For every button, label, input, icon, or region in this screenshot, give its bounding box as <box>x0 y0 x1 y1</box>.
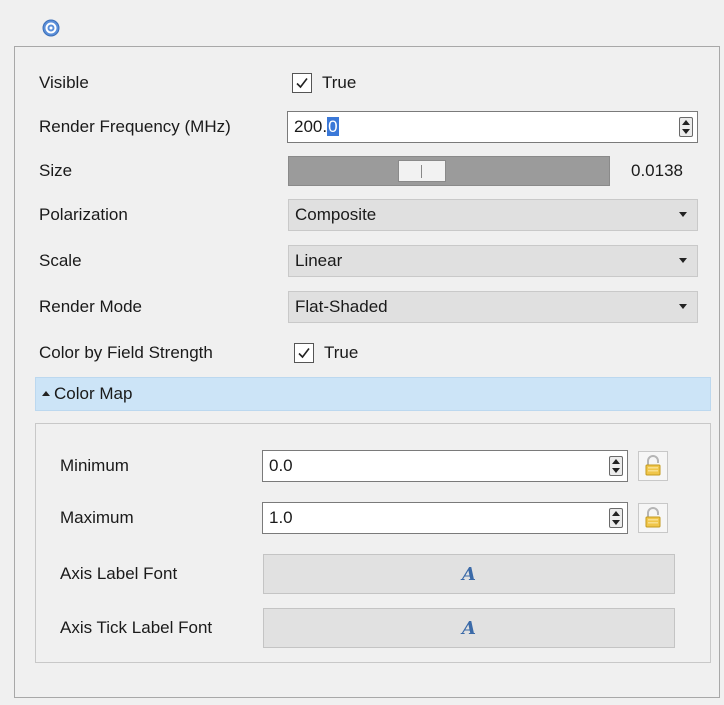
check-icon <box>296 78 308 89</box>
axis-label-font-button[interactable]: A <box>263 554 675 594</box>
size-row: Size 0.0138 <box>15 153 719 189</box>
size-slider-handle[interactable] <box>398 160 446 182</box>
render-frequency-row: Render Frequency (MHz) 200.0 <box>15 109 719 145</box>
maximum-input[interactable]: 1.0 <box>262 502 628 534</box>
lock-icon <box>645 455 661 476</box>
render-frequency-value-prefix: 200. <box>294 117 328 136</box>
visible-checkbox[interactable] <box>292 73 312 93</box>
minimum-lock-button[interactable] <box>638 451 668 481</box>
spin-arrows-icon <box>682 120 690 134</box>
polarization-label: Polarization <box>39 205 128 224</box>
axis-label-font-row: Axis Label Font A <box>36 552 710 596</box>
scale-row: Scale Linear <box>15 243 719 279</box>
color-map-group: Minimum 0.0 Maximum 1.0 Axis Label Font … <box>35 423 711 663</box>
maximum-lock-button[interactable] <box>638 503 668 533</box>
visible-value: True <box>322 73 357 92</box>
font-icon: A <box>462 563 476 585</box>
minimum-label: Minimum <box>60 456 129 475</box>
chevron-up-icon <box>42 391 50 396</box>
maximum-row: Maximum 1.0 <box>36 500 710 536</box>
lock-icon <box>645 507 661 528</box>
color-map-section-header[interactable]: Color Map <box>35 377 711 411</box>
scale-select[interactable]: Linear <box>288 245 698 277</box>
color-map-title: Color Map <box>54 384 133 403</box>
render-frequency-spin-buttons[interactable] <box>679 117 693 137</box>
axis-label-font-label: Axis Label Font <box>60 564 178 583</box>
render-frequency-value: 200.0 <box>294 112 339 142</box>
maximum-spin-buttons[interactable] <box>609 508 623 528</box>
spin-arrows-icon <box>612 511 620 525</box>
check-icon <box>298 348 310 359</box>
render-frequency-value-selection: 0 <box>327 117 339 136</box>
size-slider[interactable] <box>288 156 610 186</box>
color-by-field-strength-value: True <box>324 343 359 362</box>
visible-checkbox-wrap[interactable]: True <box>292 71 356 95</box>
chevron-down-icon <box>679 212 687 217</box>
render-frequency-label: Render Frequency (MHz) <box>39 117 231 136</box>
minimum-spin-buttons[interactable] <box>609 456 623 476</box>
properties-panel: Visible True Render Frequency (MHz) 200.… <box>14 46 720 698</box>
polarization-select[interactable]: Composite <box>288 199 698 231</box>
color-by-field-strength-checkbox[interactable] <box>294 343 314 363</box>
scale-value: Linear <box>295 251 343 270</box>
maximum-label: Maximum <box>60 508 134 527</box>
polarization-row: Polarization Composite <box>15 197 719 233</box>
minimum-input[interactable]: 0.0 <box>262 450 628 482</box>
render-mode-row: Render Mode Flat-Shaded <box>15 289 719 325</box>
spin-arrows-icon <box>612 459 620 473</box>
chevron-down-icon <box>679 258 687 263</box>
help-icon[interactable] <box>42 19 60 37</box>
color-by-field-strength-label: Color by Field Strength <box>39 343 213 362</box>
font-icon: A <box>462 617 476 639</box>
color-by-field-strength-row: Color by Field Strength True <box>15 335 719 371</box>
maximum-value: 1.0 <box>269 508 293 527</box>
chevron-down-icon <box>679 304 687 309</box>
render-mode-select[interactable]: Flat-Shaded <box>288 291 698 323</box>
visible-label: Visible <box>39 73 89 92</box>
axis-tick-label-font-button[interactable]: A <box>263 608 675 648</box>
minimum-row: Minimum 0.0 <box>36 448 710 484</box>
color-by-field-strength-checkbox-wrap[interactable]: True <box>294 341 358 365</box>
visible-row: Visible True <box>15 65 719 101</box>
minimum-value: 0.0 <box>269 456 293 475</box>
size-label: Size <box>39 161 73 180</box>
polarization-value: Composite <box>295 205 377 224</box>
axis-tick-label-font-row: Axis Tick Label Font A <box>36 606 710 650</box>
render-mode-label: Render Mode <box>39 297 143 316</box>
scale-label: Scale <box>39 251 82 270</box>
size-value: 0.0138 <box>631 161 683 180</box>
axis-tick-label-font-label: Axis Tick Label Font <box>60 618 213 637</box>
render-mode-value: Flat-Shaded <box>295 297 388 316</box>
render-frequency-input[interactable]: 200.0 <box>287 111 698 143</box>
